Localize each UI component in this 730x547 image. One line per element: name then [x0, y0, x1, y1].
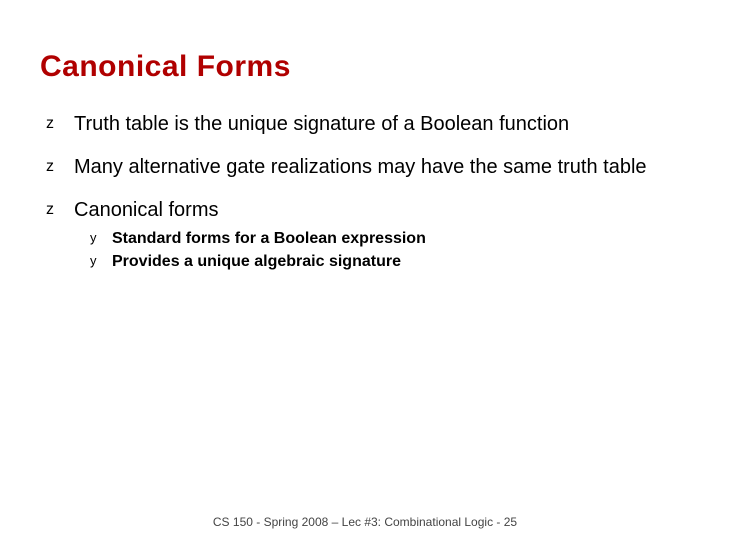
bullet-text: Many alternative gate realizations may h…	[74, 156, 647, 178]
bullet-list: Truth table is the unique signature of a…	[46, 112, 690, 273]
bullet-text: Truth table is the unique signature of a…	[74, 113, 569, 135]
bullet-item: Truth table is the unique signature of a…	[46, 112, 690, 137]
sub-bullet-text: Standard forms for a Boolean expression	[112, 230, 426, 247]
sub-bullet-item: Provides a unique algebraic signature	[90, 252, 690, 273]
bullet-item: Canonical forms Standard forms for a Boo…	[46, 198, 690, 273]
slide-footer: CS 150 - Spring 2008 – Lec #3: Combinati…	[0, 515, 730, 529]
slide-title: Canonical Forms	[40, 50, 690, 84]
sub-bullet-list: Standard forms for a Boolean expression …	[90, 229, 690, 273]
bullet-text: Canonical forms	[74, 199, 219, 221]
sub-bullet-text: Provides a unique algebraic signature	[112, 253, 401, 270]
bullet-item: Many alternative gate realizations may h…	[46, 155, 690, 180]
sub-bullet-item: Standard forms for a Boolean expression	[90, 229, 690, 250]
slide: Canonical Forms Truth table is the uniqu…	[0, 0, 730, 547]
